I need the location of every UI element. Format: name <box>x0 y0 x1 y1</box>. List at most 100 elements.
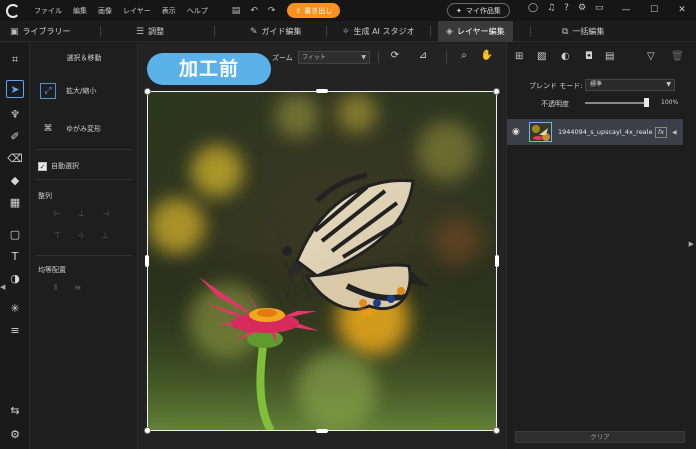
checkbox-icon: ✓ <box>38 161 47 171</box>
tab-layer-edit[interactable]: ◈ レイヤー編集 <box>438 21 513 42</box>
close-button[interactable]: ✕ <box>668 0 696 21</box>
menu-file[interactable]: ファイル <box>34 6 62 16</box>
add-layer-icon[interactable]: ⊞ <box>515 51 523 62</box>
align-left-icon[interactable]: ⊢ <box>54 209 61 218</box>
distribute-horizontal-icon[interactable]: ⫴ <box>54 283 57 293</box>
hand-pan-icon[interactable]: ✋ <box>478 50 496 65</box>
crop-tool-icon[interactable]: ⌗ <box>6 51 24 69</box>
clear-button[interactable]: クリア <box>515 431 685 443</box>
resize-handle-right[interactable] <box>495 255 499 267</box>
collapse-left-icon[interactable]: ◀ <box>0 283 5 291</box>
visibility-eye-icon[interactable]: ◉ <box>512 127 524 137</box>
magic-wand-tool-icon[interactable]: ✳ <box>6 299 24 317</box>
opacity-slider-knob[interactable] <box>644 98 649 107</box>
ai-sparkle-icon: ✧ <box>342 26 350 37</box>
align-top-icon[interactable]: ⊤ <box>54 231 61 240</box>
opacity-slider-track[interactable] <box>585 102 648 104</box>
warp-icon: ⌘ <box>43 124 53 134</box>
tab-ai-studio[interactable]: ✧ 生成 AI スタジオ <box>342 21 414 42</box>
align-right-icon[interactable]: ⊣ <box>102 209 109 218</box>
tab-batch-edit[interactable]: ⧉ 一括編集 <box>562 21 604 42</box>
distribute-row: ⫴ ≡ <box>54 283 81 293</box>
resize-handle-bottom-right[interactable] <box>493 427 500 434</box>
fill-bucket-tool-icon[interactable]: ◆ <box>6 171 24 189</box>
zoom-label: ズーム <box>272 54 293 62</box>
resize-handle-top-left[interactable] <box>144 88 151 95</box>
filter-icon[interactable]: ▽ <box>647 51 655 62</box>
brush-retouch-tool-icon[interactable]: ♆ <box>6 105 24 123</box>
align-label: 整列 <box>38 192 52 200</box>
tab-adjust[interactable]: ☰ 調整 <box>136 21 164 42</box>
resize-handle-bottom[interactable] <box>316 429 328 433</box>
collapse-right-icon[interactable]: ▶ <box>689 240 694 248</box>
tab-guide-label: ガイド編集 <box>261 27 302 36</box>
align-center-h-icon[interactable]: ⊥ <box>78 209 85 218</box>
menu-view[interactable]: 表示 <box>162 6 176 16</box>
resize-handle-left[interactable] <box>145 255 149 267</box>
settings-gear-icon[interactable]: ⚙ <box>578 3 586 13</box>
shape-tool-icon[interactable]: ▢ <box>6 225 24 243</box>
transfer-tool-icon[interactable]: ⇆ <box>6 401 24 419</box>
mask-icon[interactable]: ◘ <box>585 51 593 62</box>
menu-edit[interactable]: 編集 <box>73 6 87 16</box>
layer-item[interactable]: ◉ 1944094_s_upscayl_4x_realesr... fx ◀ <box>507 119 683 145</box>
pen-tool-icon[interactable]: ✐ <box>6 127 24 145</box>
export-button[interactable]: ⇧ 書き出し <box>287 3 341 18</box>
layer-menu-icon[interactable]: ▤ <box>605 51 614 62</box>
distribute-vertical-icon[interactable]: ≡ <box>74 283 81 293</box>
save-icon[interactable]: ▤ <box>232 6 241 16</box>
flip-icon[interactable]: ⊿ <box>414 50 432 65</box>
layer-effects-icon[interactable]: fx <box>655 126 667 138</box>
gradient-tool-icon[interactable]: ▦ <box>6 193 24 211</box>
opacity-value: 100% <box>661 99 679 106</box>
select-move-tool-icon[interactable]: ➤ <box>6 80 24 98</box>
zoom-value: フィット <box>302 54 326 61</box>
adjust-sliders-tool-icon[interactable]: ≡ <box>6 321 24 339</box>
auto-select-checkbox[interactable]: ✓ 自動選択 <box>38 161 79 171</box>
notification-bell-icon[interactable]: ♫ <box>547 3 555 13</box>
adjustment-layer-icon[interactable]: ◐ <box>561 51 570 62</box>
effect-tool-icon[interactable]: ◑ <box>6 269 24 287</box>
chevron-left-icon[interactable]: ◀ <box>672 129 677 136</box>
blend-mode-select[interactable]: 標準 ▼ <box>585 79 675 91</box>
resize-handle-top[interactable] <box>316 89 328 93</box>
mode-tab-row: ▣ ライブラリー ☰ 調整 ✎ ガイド編集 ✧ 生成 AI スタジオ ◈ レイヤ… <box>0 21 696 42</box>
zoom-magnifier-icon[interactable]: ⌕ <box>455 50 473 65</box>
minimize-button[interactable]: — <box>612 0 640 21</box>
app-logo <box>6 3 20 18</box>
auto-select-label: 自動選択 <box>51 162 79 170</box>
align-middle-icon[interactable]: ⊹ <box>78 231 85 240</box>
menu-help[interactable]: ヘルプ <box>187 6 208 16</box>
my-works-button[interactable]: ✦ マイ作品集 <box>447 3 510 18</box>
rotate-icon[interactable]: ⟳ <box>386 50 404 65</box>
undo-icon[interactable]: ↶ <box>250 6 258 16</box>
tab-library[interactable]: ▣ ライブラリー <box>10 21 71 42</box>
layers-icon: ◈ <box>446 26 453 37</box>
chevron-down-icon: ▼ <box>361 54 366 61</box>
trash-icon[interactable]: 🗑 <box>671 51 684 62</box>
scale-option[interactable]: ⤢ 拡大/縮小 <box>40 83 96 99</box>
text-tool-icon[interactable]: T <box>6 247 24 265</box>
redo-icon[interactable]: ↷ <box>268 6 276 16</box>
settings-gear-icon[interactable]: ⚙ <box>6 425 24 443</box>
tab-library-label: ライブラリー <box>22 27 71 36</box>
menu-layer[interactable]: レイヤー <box>123 6 151 16</box>
help-icon[interactable]: ? <box>564 3 569 13</box>
add-image-icon[interactable]: ▨ <box>537 51 546 62</box>
account-icon[interactable]: ◯ <box>528 3 538 13</box>
window-mode-icon[interactable]: ▭ <box>595 3 604 13</box>
canvas-area: ズーム フィット ▼ ⟳ ⊿ ⌕ ✋ 加工前 <box>138 43 506 449</box>
menu-image[interactable]: 画像 <box>98 6 112 16</box>
selection-frame[interactable] <box>147 91 497 431</box>
zoom-select[interactable]: フィット ▼ <box>298 51 370 64</box>
align-row-bottom: ⊤ ⊹ ⊥ <box>54 231 109 240</box>
tab-guide-edit[interactable]: ✎ ガイド編集 <box>250 21 302 42</box>
maximize-button[interactable]: ☐ <box>640 0 668 21</box>
layers-panel: ⊞ ▨ ◐ ◘ ▤ ▽ 🗑 ブレンド モード: 標準 ▼ 不透明度 100% ◉… <box>506 43 696 449</box>
align-bottom-icon[interactable]: ⊥ <box>102 231 109 240</box>
eraser-tool-icon[interactable]: ⌫ <box>6 149 24 167</box>
layer-thumbnail <box>529 122 552 142</box>
resize-handle-bottom-left[interactable] <box>144 427 151 434</box>
resize-handle-top-right[interactable] <box>493 88 500 95</box>
warp-option[interactable]: ⌘ ゆがみ変形 <box>40 121 102 137</box>
